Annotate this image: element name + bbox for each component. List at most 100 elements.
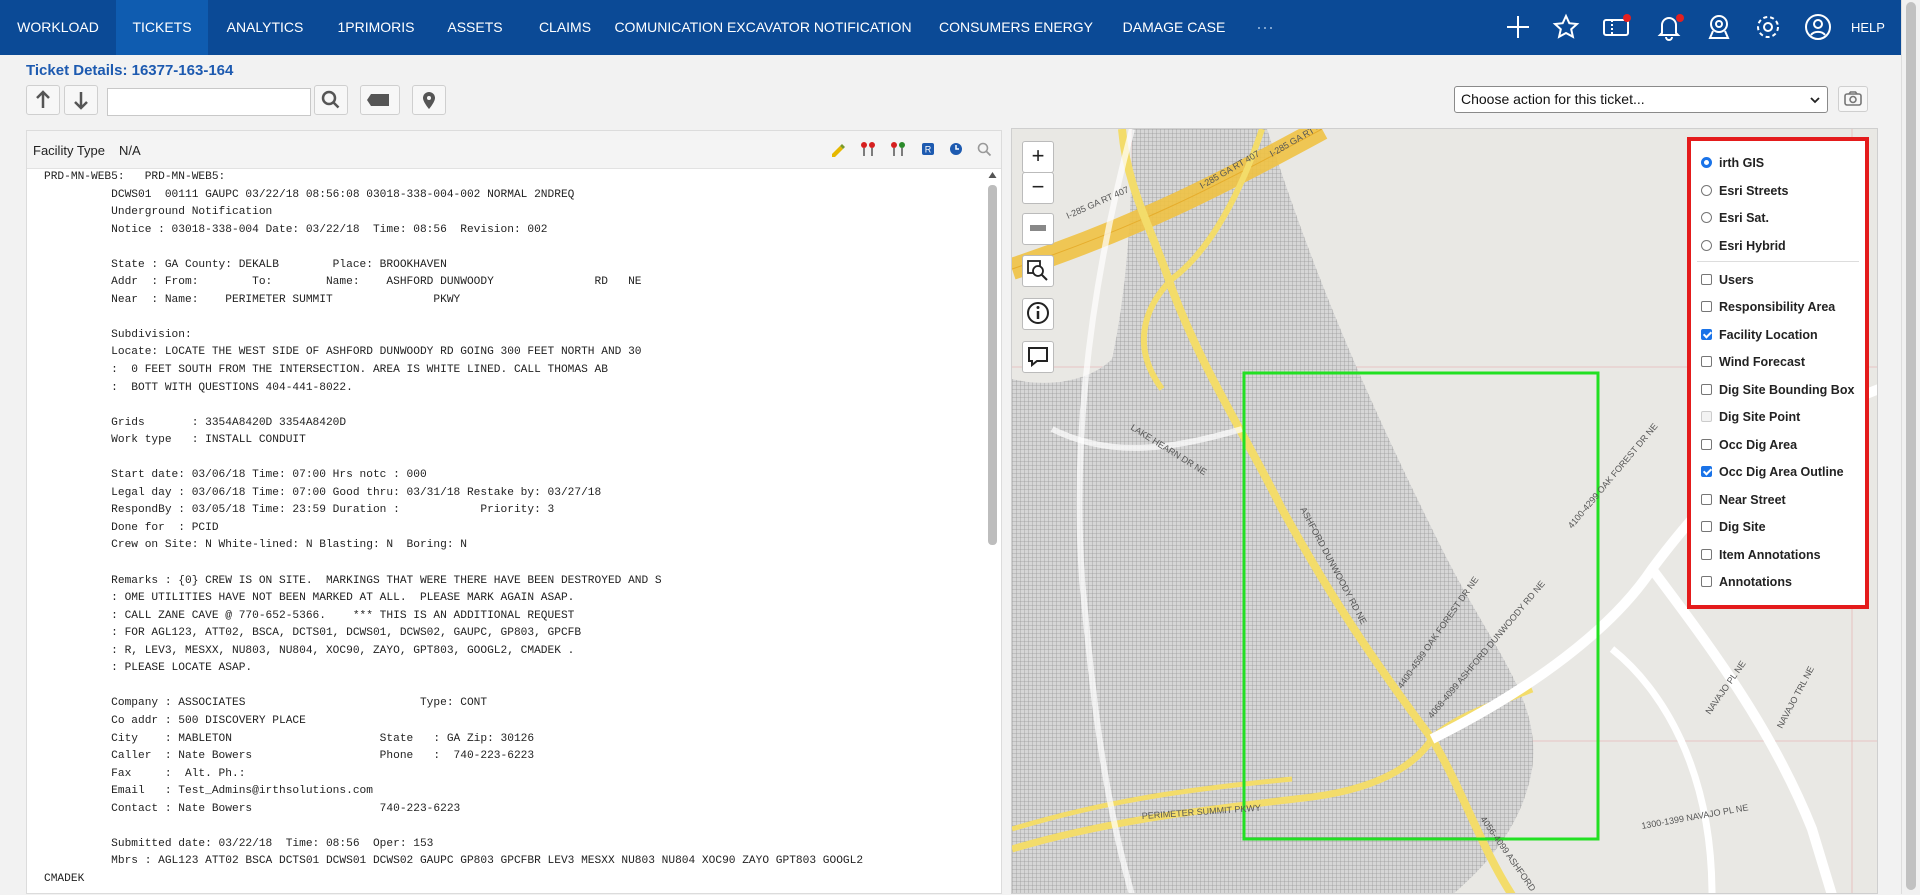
layer-occ-dig-area-label: Occ Dig Area (1719, 438, 1798, 452)
nav-consumers-energy[interactable]: CONSUMERS ENERGY (916, 0, 1116, 55)
checkbox-occ-dig-area[interactable] (1701, 439, 1712, 450)
layer-users[interactable]: Users (1701, 273, 1754, 287)
nav-tickets[interactable]: TICKETS (116, 0, 208, 55)
zoom-box-icon (1027, 260, 1048, 281)
layer-responsibility-area[interactable]: Responsibility Area (1701, 300, 1835, 314)
zoom-icon[interactable] (975, 140, 993, 158)
checkbox-wind-forecast[interactable] (1701, 356, 1712, 367)
layer-users-label: Users (1719, 273, 1754, 287)
measure-button[interactable] (1022, 213, 1054, 245)
nav-assets[interactable]: ASSETS (430, 0, 520, 55)
basemap-irth-gis-label: irth GIS (1719, 156, 1765, 170)
nav-comunication-excavator-notification[interactable]: COMUNICATION EXCAVATOR NOTIFICATION (610, 0, 916, 55)
layer-occ-dig-area[interactable]: Occ Dig Area (1701, 438, 1797, 452)
facility-type-value: N/A (119, 143, 141, 158)
map-pin-icon (423, 92, 435, 109)
ticket-tag-button[interactable] (360, 85, 400, 115)
checkbox-users[interactable] (1701, 274, 1712, 285)
identify-button[interactable] (1022, 298, 1054, 330)
checkbox-annotations[interactable] (1701, 576, 1712, 587)
basemap-esri-sat-label: Esri Sat. (1719, 211, 1770, 225)
tag-icon (367, 94, 389, 106)
basemap-esri-streets-label: Esri Streets (1719, 184, 1789, 198)
checkbox-responsibility-area[interactable] (1701, 301, 1712, 312)
arrow-up-icon (36, 90, 50, 108)
ticket-text: PRD-MN-WEB5: PRD-MN-WEB5: DCWS01 00111 G… (44, 171, 864, 885)
nav-workload[interactable]: WORKLOAD (0, 0, 116, 55)
checkbox-item-annotations[interactable] (1701, 549, 1712, 560)
clock-icon[interactable] (947, 140, 965, 158)
checkbox-dig-site-point (1701, 411, 1712, 422)
ticket-text-panel: Facility Type N/A R PRD-MN-WEB5: PRD-MN-… (26, 130, 1002, 894)
comment-button[interactable] (1022, 341, 1054, 373)
comment-icon (1028, 347, 1048, 368)
nav-analytics[interactable]: ANALYTICS (208, 0, 322, 55)
star-icon[interactable] (1551, 12, 1581, 42)
bell-notification-badge (1676, 14, 1684, 22)
layer-facility-location-label: Facility Location (1719, 328, 1818, 342)
page-scrollbar[interactable] (1901, 0, 1920, 894)
layer-annotations[interactable]: Annotations (1701, 575, 1792, 589)
layer-wind-forecast[interactable]: Wind Forecast (1701, 355, 1805, 369)
basemap-esri-sat[interactable]: Esri Sat. (1701, 211, 1769, 225)
page-scrollbar-thumb[interactable] (1906, 2, 1916, 890)
layer-dig-site-bounding-box-label: Dig Site Bounding Box (1719, 383, 1855, 397)
search-button[interactable] (314, 85, 348, 115)
camera-icon (1844, 91, 1862, 106)
checkbox-near-street[interactable] (1701, 494, 1712, 505)
screenshot-button[interactable] (1838, 86, 1868, 112)
top-navigation-bar: WORKLOAD TICKETS ANALYTICS 1PRIMORIS ASS… (0, 0, 1902, 55)
ticket-text-scrollbar[interactable] (985, 169, 999, 895)
basemap-esri-streets[interactable]: Esri Streets (1701, 184, 1788, 198)
gear-icon[interactable] (1753, 12, 1783, 42)
zoom-box-button[interactable] (1022, 255, 1054, 287)
basemap-irth-gis[interactable]: irth GIS (1701, 156, 1764, 170)
help-link[interactable]: HELP (1851, 0, 1891, 55)
checkbox-facility-location[interactable] (1701, 329, 1712, 340)
user-icon[interactable] (1803, 12, 1833, 42)
layer-dig-site-bounding-box[interactable]: Dig Site Bounding Box (1701, 383, 1854, 397)
zoom-out-button[interactable]: − (1022, 172, 1054, 204)
previous-ticket-button[interactable] (26, 85, 60, 115)
layer-dig-site[interactable]: Dig Site (1701, 520, 1766, 534)
green-pins-icon[interactable] (889, 140, 907, 158)
ticket-action-select[interactable]: Choose action for this ticket... (1454, 86, 1828, 113)
nav-claims[interactable]: CLAIMS (520, 0, 610, 55)
layer-annotations-label: Annotations (1719, 575, 1792, 589)
next-ticket-button[interactable] (64, 85, 98, 115)
radio-esri-hybrid[interactable] (1701, 240, 1712, 251)
radio-esri-sat[interactable] (1701, 212, 1712, 223)
location-badge-icon[interactable] (1704, 12, 1734, 42)
report-icon[interactable]: R (919, 140, 937, 158)
zoom-in-button[interactable]: + (1022, 141, 1054, 173)
highlight-icon[interactable] (829, 140, 847, 158)
layer-facility-location[interactable]: Facility Location (1701, 328, 1818, 342)
ticket-search-input[interactable] (107, 88, 311, 116)
nav-damage-case[interactable]: DAMAGE CASE (1116, 0, 1232, 55)
page-title: Ticket Details: 16377-163-164 (26, 62, 234, 79)
scroll-up-arrow-icon[interactable] (988, 171, 997, 179)
ticket-text-scrollbar-thumb[interactable] (988, 185, 997, 545)
checkbox-dig-site[interactable] (1701, 521, 1712, 532)
ticket-notification-badge (1623, 14, 1631, 22)
locate-ticket-button[interactable] (412, 85, 446, 115)
facility-type-label: Facility Type (33, 143, 106, 158)
nav-more[interactable]: ··· (1250, 0, 1280, 55)
basemap-esri-hybrid[interactable]: Esri Hybrid (1701, 239, 1786, 253)
map-layer-panel: irth GIS Esri Streets Esri Sat. Esri Hyb… (1687, 137, 1869, 609)
nav-1primoris[interactable]: 1PRIMORIS (322, 0, 430, 55)
layer-wind-forecast-label: Wind Forecast (1719, 355, 1806, 369)
radio-irth-gis[interactable] (1701, 157, 1712, 168)
layer-near-street[interactable]: Near Street (1701, 493, 1786, 507)
plus-icon[interactable] (1503, 12, 1533, 42)
svg-text:R: R (925, 145, 932, 155)
checkbox-occ-dig-area-outline[interactable] (1701, 466, 1712, 477)
search-icon (321, 90, 340, 109)
layer-item-annotations[interactable]: Item Annotations (1701, 548, 1821, 562)
layer-separator (1697, 261, 1859, 262)
checkbox-dig-site-bounding-box[interactable] (1701, 384, 1712, 395)
layer-occ-dig-area-outline[interactable]: Occ Dig Area Outline (1701, 465, 1844, 479)
radio-esri-streets[interactable] (1701, 185, 1712, 196)
red-pins-icon[interactable] (859, 140, 877, 158)
layer-occ-dig-area-outline-label: Occ Dig Area Outline (1719, 465, 1844, 479)
